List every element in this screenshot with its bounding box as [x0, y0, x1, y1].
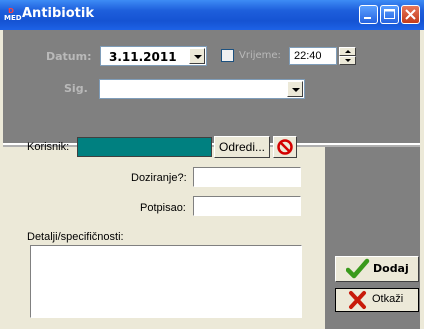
- spin-up-button[interactable]: [339, 47, 356, 56]
- doziranje-label: Doziranje?:: [131, 172, 187, 184]
- vrijeme-value: 22:40: [294, 50, 322, 62]
- vrijeme-label: Vrijeme:: [239, 50, 281, 61]
- korisnik-label: Korisnik:: [27, 141, 70, 153]
- datum-dropdown-button[interactable]: [189, 48, 205, 64]
- checkmark-icon: [346, 258, 370, 279]
- otkazi-label: Otkaži: [372, 293, 404, 305]
- minimize-button[interactable]: [359, 5, 378, 24]
- time-spinner[interactable]: [339, 47, 356, 65]
- spin-down-button[interactable]: [339, 56, 356, 65]
- odredi-button[interactable]: Odredi...: [214, 136, 270, 158]
- detalji-textarea[interactable]: [30, 245, 302, 318]
- minimize-icon: [364, 17, 371, 19]
- med-app-icon: D MED: [4, 7, 22, 22]
- chevron-down-icon: [194, 55, 202, 59]
- arrow-up-icon: [345, 50, 351, 53]
- close-button[interactable]: [401, 5, 420, 24]
- potpisao-input[interactable]: [193, 196, 301, 216]
- sig-dropdown[interactable]: [99, 79, 305, 99]
- chevron-down-icon: [292, 88, 300, 92]
- korisnik-field[interactable]: [77, 137, 212, 157]
- datum-dropdown[interactable]: 3.11.2011: [100, 46, 207, 66]
- x-mark-icon: [349, 291, 366, 309]
- window-title: Antibiotik: [22, 6, 94, 21]
- sig-label: Sig.: [64, 82, 88, 95]
- maximize-button[interactable]: [380, 5, 399, 24]
- close-icon: [405, 9, 416, 20]
- sig-dropdown-button[interactable]: [287, 81, 303, 97]
- title-bar[interactable]: D MED Antibiotik: [0, 0, 424, 30]
- vrijeme-time-field[interactable]: 22:40: [289, 47, 337, 65]
- datum-label: Datum:: [46, 50, 92, 63]
- arrow-down-icon: [345, 59, 351, 62]
- dodaj-label: Dodaj: [373, 262, 409, 275]
- clear-korisnik-button[interactable]: [273, 136, 297, 158]
- maximize-icon: [384, 9, 395, 19]
- potpisao-label: Potpisao:: [140, 202, 186, 214]
- datum-value: 3.11.2011: [109, 50, 177, 64]
- dodaj-button[interactable]: Dodaj: [335, 256, 419, 282]
- no-entry-icon: [277, 139, 293, 155]
- vrijeme-checkbox[interactable]: [221, 49, 234, 62]
- otkazi-button[interactable]: Otkaži: [335, 288, 419, 312]
- antibiotik-window: D MED Antibiotik Datum: 3.11.2011 Vrijem…: [0, 0, 424, 329]
- detalji-label: Detalji/specifičnosti:: [27, 231, 124, 243]
- doziranje-input[interactable]: [193, 167, 301, 187]
